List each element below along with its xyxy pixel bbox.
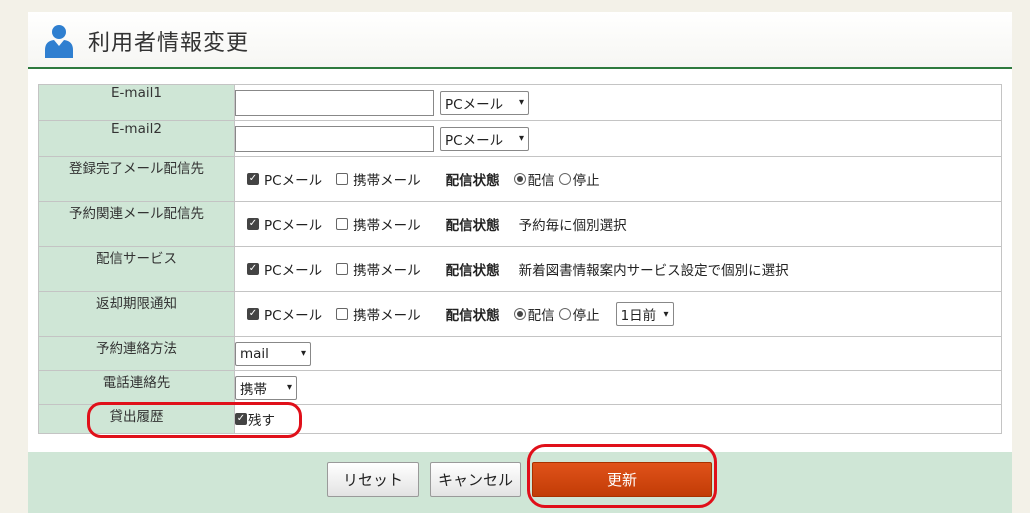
registration-mobile-checkbox[interactable]: 携帯メール <box>336 169 421 189</box>
checkbox-checked-icon: ✓ <box>235 413 247 425</box>
chevron-down-icon: ▾ <box>300 348 306 359</box>
loan-history-checkbox[interactable]: ✓ 残す <box>235 409 275 429</box>
delivery-status-text: 新着図書情報案内サービス設定で個別に選択 <box>518 263 789 279</box>
user-settings-form: E-mail1 PCメール ▾ E-mail2 PCメール ▾ 登録完了メール配… <box>38 84 1002 434</box>
radio-unselected-icon <box>558 173 571 185</box>
reservation-pc-checkbox[interactable]: ✓ PCメール <box>247 214 322 234</box>
reservation-mail-row: 予約関連メール配信先 ✓ PCメール 携帯メール 配信状態 予約毎に個別選択 <box>38 201 1002 247</box>
chevron-down-icon: ▾ <box>518 133 524 144</box>
registration-status-on-radio[interactable]: 配信 <box>513 169 555 189</box>
email2-label: E-mail2 <box>38 120 235 157</box>
loan-history-row: 貸出履歴 ✓ 残す <box>38 404 1002 434</box>
email2-type-select[interactable]: PCメール ▾ <box>440 126 529 151</box>
radio-selected-icon <box>513 308 526 320</box>
contact-method-label: 予約連絡方法 <box>38 336 235 371</box>
return-status-on-radio[interactable]: 配信 <box>513 304 555 324</box>
cancel-button[interactable]: キャンセル <box>430 462 521 497</box>
loan-history-label: 貸出履歴 <box>38 404 235 434</box>
chevron-down-icon: ▾ <box>518 97 524 108</box>
email1-type-select[interactable]: PCメール ▾ <box>440 90 529 115</box>
reservation-mobile-checkbox[interactable]: 携帯メール <box>336 214 421 234</box>
email1-type-value: PCメール <box>445 96 504 113</box>
checkbox-checked-icon: ✓ <box>247 173 259 185</box>
form-footer: リセット キャンセル 更新 <box>28 452 1012 513</box>
delivery-mobile-checkbox[interactable]: 携帯メール <box>336 259 421 279</box>
phone-contact-select[interactable]: 携帯 ▾ <box>235 375 297 400</box>
registration-mail-row: 登録完了メール配信先 ✓ PCメール 携帯メール 配信状態 配信 停止 <box>38 156 1002 202</box>
return-mobile-checkbox[interactable]: 携帯メール <box>336 304 421 324</box>
contact-method-value: mail <box>240 345 269 362</box>
reservation-status-label: 配信状態 <box>445 218 500 234</box>
reset-button[interactable]: リセット <box>327 462 419 497</box>
delivery-service-label: 配信サービス <box>38 246 235 292</box>
checkbox-checked-icon: ✓ <box>247 218 259 230</box>
contact-method-row: 予約連絡方法 mail ▾ <box>38 336 1002 371</box>
checkbox-checked-icon: ✓ <box>247 308 259 320</box>
chevron-down-icon: ▾ <box>286 382 292 393</box>
user-icon <box>45 25 73 58</box>
phone-contact-row: 電話連絡先 携帯 ▾ <box>38 370 1002 405</box>
radio-selected-icon <box>513 173 526 185</box>
return-pc-checkbox[interactable]: ✓ PCメール <box>247 304 322 324</box>
reservation-status-text: 予約毎に個別選択 <box>518 218 627 234</box>
email1-label: E-mail1 <box>38 84 235 121</box>
return-notice-label: 返却期限通知 <box>38 291 235 337</box>
chevron-down-icon: ▾ <box>663 308 669 320</box>
phone-contact-label: 電話連絡先 <box>38 370 235 405</box>
email2-input[interactable] <box>235 125 434 152</box>
email1-row: E-mail1 PCメール ▾ <box>38 84 1002 121</box>
return-status-off-radio[interactable]: 停止 <box>558 304 600 324</box>
radio-unselected-icon <box>558 308 571 320</box>
contact-method-select[interactable]: mail ▾ <box>235 341 311 366</box>
email1-input[interactable] <box>235 89 434 116</box>
return-status-label: 配信状態 <box>445 308 500 324</box>
phone-contact-value: 携帯 <box>240 381 267 398</box>
registration-pc-checkbox[interactable]: ✓ PCメール <box>247 169 322 189</box>
checkbox-unchecked-icon <box>336 263 349 275</box>
registration-mail-label: 登録完了メール配信先 <box>38 156 235 202</box>
delivery-service-row: 配信サービス ✓ PCメール 携帯メール 配信状態 新着図書情報案内サービス設定… <box>38 246 1002 292</box>
page-header: 利用者情報変更 <box>28 12 1012 69</box>
email2-type-value: PCメール <box>445 132 504 149</box>
checkbox-checked-icon: ✓ <box>247 263 259 275</box>
registration-status-off-radio[interactable]: 停止 <box>558 169 600 189</box>
delivery-status-label: 配信状態 <box>445 263 500 279</box>
update-button[interactable]: 更新 <box>532 462 712 497</box>
registration-status-label: 配信状態 <box>445 173 500 189</box>
checkbox-unchecked-icon <box>336 173 349 185</box>
page-title: 利用者情報変更 <box>88 31 250 56</box>
profile-panel: 利用者情報変更 E-mail1 PCメール ▾ E-mail2 PCメール ▾ … <box>28 12 1012 513</box>
return-notice-row: 返却期限通知 ✓ PCメール 携帯メール 配信状態 配信 停止 1日前 ▾ <box>38 291 1002 337</box>
return-timing-select[interactable]: 1日前 ▾ <box>615 302 674 326</box>
return-timing-value: 1日前 <box>620 308 657 324</box>
checkbox-unchecked-icon <box>336 218 349 230</box>
checkbox-unchecked-icon <box>336 308 349 320</box>
reservation-mail-label: 予約関連メール配信先 <box>38 201 235 247</box>
email2-row: E-mail2 PCメール ▾ <box>38 120 1002 157</box>
delivery-pc-checkbox[interactable]: ✓ PCメール <box>247 259 322 279</box>
